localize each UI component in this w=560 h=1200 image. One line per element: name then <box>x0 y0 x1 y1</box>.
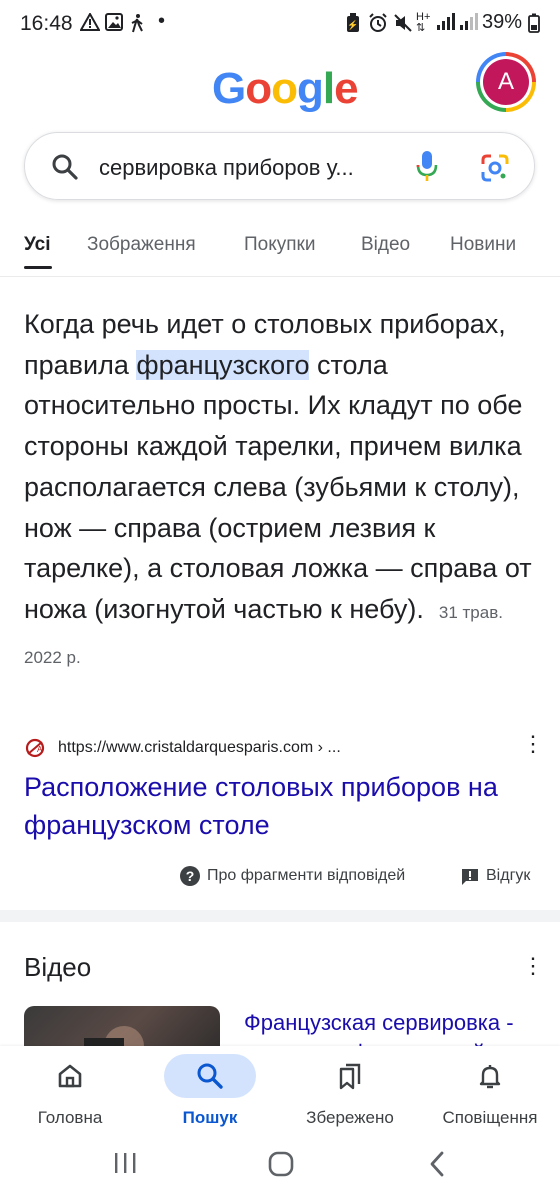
battery-icon <box>528 13 540 38</box>
logo-letter: e <box>334 64 359 113</box>
google-lens-icon[interactable] <box>480 153 510 188</box>
svg-text:?: ? <box>186 868 195 884</box>
data-icon: H+ ⇅ <box>416 11 431 34</box>
system-navigation-bar <box>0 1138 560 1200</box>
tab-shopping[interactable]: Покупки <box>244 234 315 256</box>
nav-notifications-label: Сповіщення <box>442 1108 538 1127</box>
logo-letter: G <box>212 64 246 113</box>
search-icon <box>51 153 79 186</box>
signal-icon <box>436 13 456 36</box>
back-icon[interactable] <box>428 1150 446 1183</box>
account-avatar-button[interactable]: A <box>476 52 536 112</box>
search-icon <box>196 1062 224 1095</box>
featured-snippet-text: Когда речь идет о столовых приборах, пра… <box>24 304 544 678</box>
active-tab-indicator <box>24 266 52 269</box>
feedback-label: Відгук <box>486 867 531 884</box>
snippet-text-after: стола относительно просты. Их кладут по … <box>24 349 532 624</box>
home-icon <box>56 1062 84 1095</box>
logo-letter: o <box>245 64 272 113</box>
tab-images[interactable]: Зображення <box>87 234 196 256</box>
search-tabs: Усі Зображення Покупки Відео Новини <box>0 224 560 274</box>
google-logo: Google <box>212 64 359 114</box>
walking-icon <box>130 13 144 38</box>
bell-icon <box>476 1062 504 1095</box>
videos-heading: Відео <box>24 952 92 982</box>
videos-more-icon[interactable]: ⋮ <box>522 955 544 977</box>
result-url[interactable]: https://www.cristaldarquesparis.com › ..… <box>58 739 341 757</box>
recent-apps-icon[interactable] <box>113 1152 137 1179</box>
alarm-icon <box>368 13 388 38</box>
home-system-icon[interactable] <box>268 1151 294 1182</box>
logo-letter: l <box>322 64 335 113</box>
result-title-link[interactable]: Расположение столовых приборов на францу… <box>24 768 524 844</box>
signal-icon-2 <box>459 13 479 36</box>
tab-news[interactable]: Новини <box>450 234 516 256</box>
svg-text:A: A <box>37 745 43 754</box>
avatar-letter: A <box>483 59 529 105</box>
about-snippets-label: Про фрагменти відповідей <box>207 867 406 884</box>
status-time: 16:48 <box>20 12 73 35</box>
nav-saved-label: Збережено <box>306 1108 394 1127</box>
nav-home-label: Головна <box>37 1108 103 1127</box>
logo-letter: o <box>271 64 298 113</box>
feedback-icon <box>460 867 480 892</box>
status-bar: 16:48 • ⚡ H+ ⇅ 39% <box>0 0 560 50</box>
snippet-highlight: французского <box>136 349 310 380</box>
logo-letter: g <box>297 64 324 113</box>
section-separator <box>0 910 560 922</box>
microphone-icon[interactable] <box>415 149 439 190</box>
gallery-icon <box>105 13 123 36</box>
video-title-link[interactable]: Французская сервировка - принципы францу… <box>244 1008 544 1046</box>
tabs-divider <box>0 276 560 277</box>
bottom-navigation: Головна Пошук Збережено Сповіщення <box>0 1046 560 1138</box>
search-input[interactable]: сервировка приборов у... <box>99 155 389 181</box>
tab-all[interactable]: Усі <box>24 234 50 256</box>
battery-saver-icon: ⚡ <box>346 13 360 38</box>
nav-search-label: Пошук <box>182 1108 238 1127</box>
mute-icon <box>393 13 413 38</box>
site-favicon-icon: A <box>24 737 46 759</box>
warning-icon <box>79 11 101 36</box>
tab-videos[interactable]: Відео <box>361 234 410 256</box>
more-options-icon[interactable]: ⋮ <box>522 733 544 755</box>
svg-text:⚡: ⚡ <box>347 19 358 31</box>
bookmarks-icon <box>336 1062 364 1095</box>
search-bar[interactable]: сервировка приборов у... <box>24 132 535 200</box>
dot-icon: • <box>158 10 166 32</box>
help-icon: ? <box>180 866 200 891</box>
battery-text: 39% <box>482 11 523 33</box>
